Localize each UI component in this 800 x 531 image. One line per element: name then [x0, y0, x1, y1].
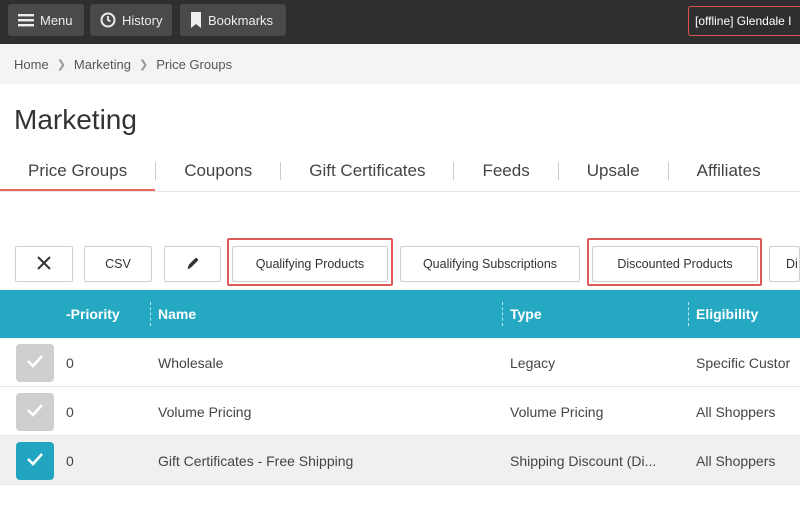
column-header-priority[interactable]: -Priority	[66, 290, 120, 338]
highlight-box	[227, 238, 393, 286]
close-icon	[36, 255, 52, 274]
cell-type: Shipping Discount (Di...	[510, 452, 657, 469]
table-row[interactable]: 0 Wholesale Legacy Specific Custor	[0, 338, 800, 387]
cell-priority: 0	[66, 452, 74, 469]
cell-type: Legacy	[510, 354, 556, 371]
column-divider	[688, 302, 689, 326]
tab-affiliates[interactable]: Affiliates	[669, 150, 785, 192]
history-label: History	[122, 12, 163, 28]
cell-eligibility: All Shoppers	[696, 403, 776, 420]
breadcrumb-bar: Home ❯ Marketing ❯ Price Groups	[0, 44, 800, 84]
more-label: Di	[786, 257, 798, 271]
column-header-name[interactable]: Name	[158, 290, 196, 338]
csv-button[interactable]: CSV	[84, 246, 152, 282]
store-label: [offline] Glendale I	[695, 14, 792, 28]
tab-feeds[interactable]: Feeds	[454, 150, 557, 192]
breadcrumb-price-groups: Price Groups	[156, 57, 233, 72]
cell-priority: 0	[66, 354, 74, 371]
cell-name: Volume Pricing	[158, 403, 252, 420]
page-title: Marketing	[14, 104, 137, 135]
table-row[interactable]: 0 Gift Certificates - Free Shipping Ship…	[0, 436, 800, 485]
history-button[interactable]: History	[90, 4, 172, 36]
row-checkbox[interactable]	[16, 344, 54, 382]
table-row[interactable]: 0 Volume Pricing Volume Pricing All Shop…	[0, 387, 800, 436]
column-header-type[interactable]: Type	[510, 290, 542, 338]
check-icon	[26, 452, 44, 471]
tab-gift-certificates[interactable]: Gift Certificates	[281, 150, 453, 192]
breadcrumb: Home ❯ Marketing ❯ Price Groups	[14, 57, 232, 72]
cell-type: Volume Pricing	[510, 403, 604, 420]
edit-button[interactable]	[164, 246, 221, 282]
tab-bar: Price Groups Coupons Gift Certificates F…	[0, 150, 785, 192]
cell-name: Wholesale	[158, 354, 224, 371]
cell-eligibility: All Shoppers	[696, 452, 776, 469]
store-selector[interactable]: [offline] Glendale I	[688, 6, 800, 36]
more-button[interactable]: Di	[769, 246, 800, 282]
cell-priority: 0	[66, 403, 74, 420]
csv-label: CSV	[105, 257, 131, 271]
chevron-right-icon: ❯	[138, 59, 149, 71]
table-header: -Priority Name Type Eligibility	[0, 290, 800, 338]
qualifying-subscriptions-button[interactable]: Qualifying Subscriptions	[400, 246, 580, 282]
tab-price-groups[interactable]: Price Groups	[0, 150, 156, 192]
cell-eligibility: Specific Custor	[696, 354, 791, 371]
column-divider	[502, 302, 503, 326]
qualifying-subscriptions-label: Qualifying Subscriptions	[422, 257, 558, 271]
pencil-icon	[185, 255, 201, 274]
row-checkbox[interactable]	[16, 393, 54, 431]
tab-underline-divider	[0, 191, 800, 192]
tab-label: Affiliates	[696, 161, 761, 180]
column-header-eligibility[interactable]: Eligibility	[696, 290, 758, 338]
row-checkbox[interactable]	[16, 442, 54, 480]
cell-name: Gift Certificates - Free Shipping	[158, 452, 354, 469]
top-bar: Menu History Bookmarks [offline] Glendal…	[0, 0, 800, 44]
tab-coupons[interactable]: Coupons	[156, 150, 280, 192]
menu-button[interactable]: Menu	[8, 4, 84, 36]
clear-button[interactable]	[15, 246, 73, 282]
tab-label: Gift Certificates	[309, 161, 426, 180]
tab-upsale[interactable]: Upsale	[559, 150, 668, 192]
breadcrumb-marketing[interactable]: Marketing	[74, 57, 131, 72]
bookmarks-button[interactable]: Bookmarks	[180, 4, 286, 36]
bookmark-icon	[190, 12, 202, 28]
bookmarks-label: Bookmarks	[208, 12, 274, 28]
tab-label: Price Groups	[28, 161, 128, 180]
clock-icon	[100, 12, 116, 28]
hamburger-icon	[18, 13, 34, 27]
chevron-right-icon: ❯	[56, 59, 66, 71]
highlight-box	[587, 238, 762, 286]
check-icon	[26, 354, 44, 373]
column-divider	[150, 302, 151, 326]
check-icon	[26, 403, 44, 422]
breadcrumb-home[interactable]: Home	[14, 57, 49, 72]
tab-label: Coupons	[184, 161, 253, 180]
tab-label: Feeds	[482, 161, 530, 180]
tab-label: Upsale	[586, 161, 640, 180]
menu-label: Menu	[40, 12, 73, 28]
